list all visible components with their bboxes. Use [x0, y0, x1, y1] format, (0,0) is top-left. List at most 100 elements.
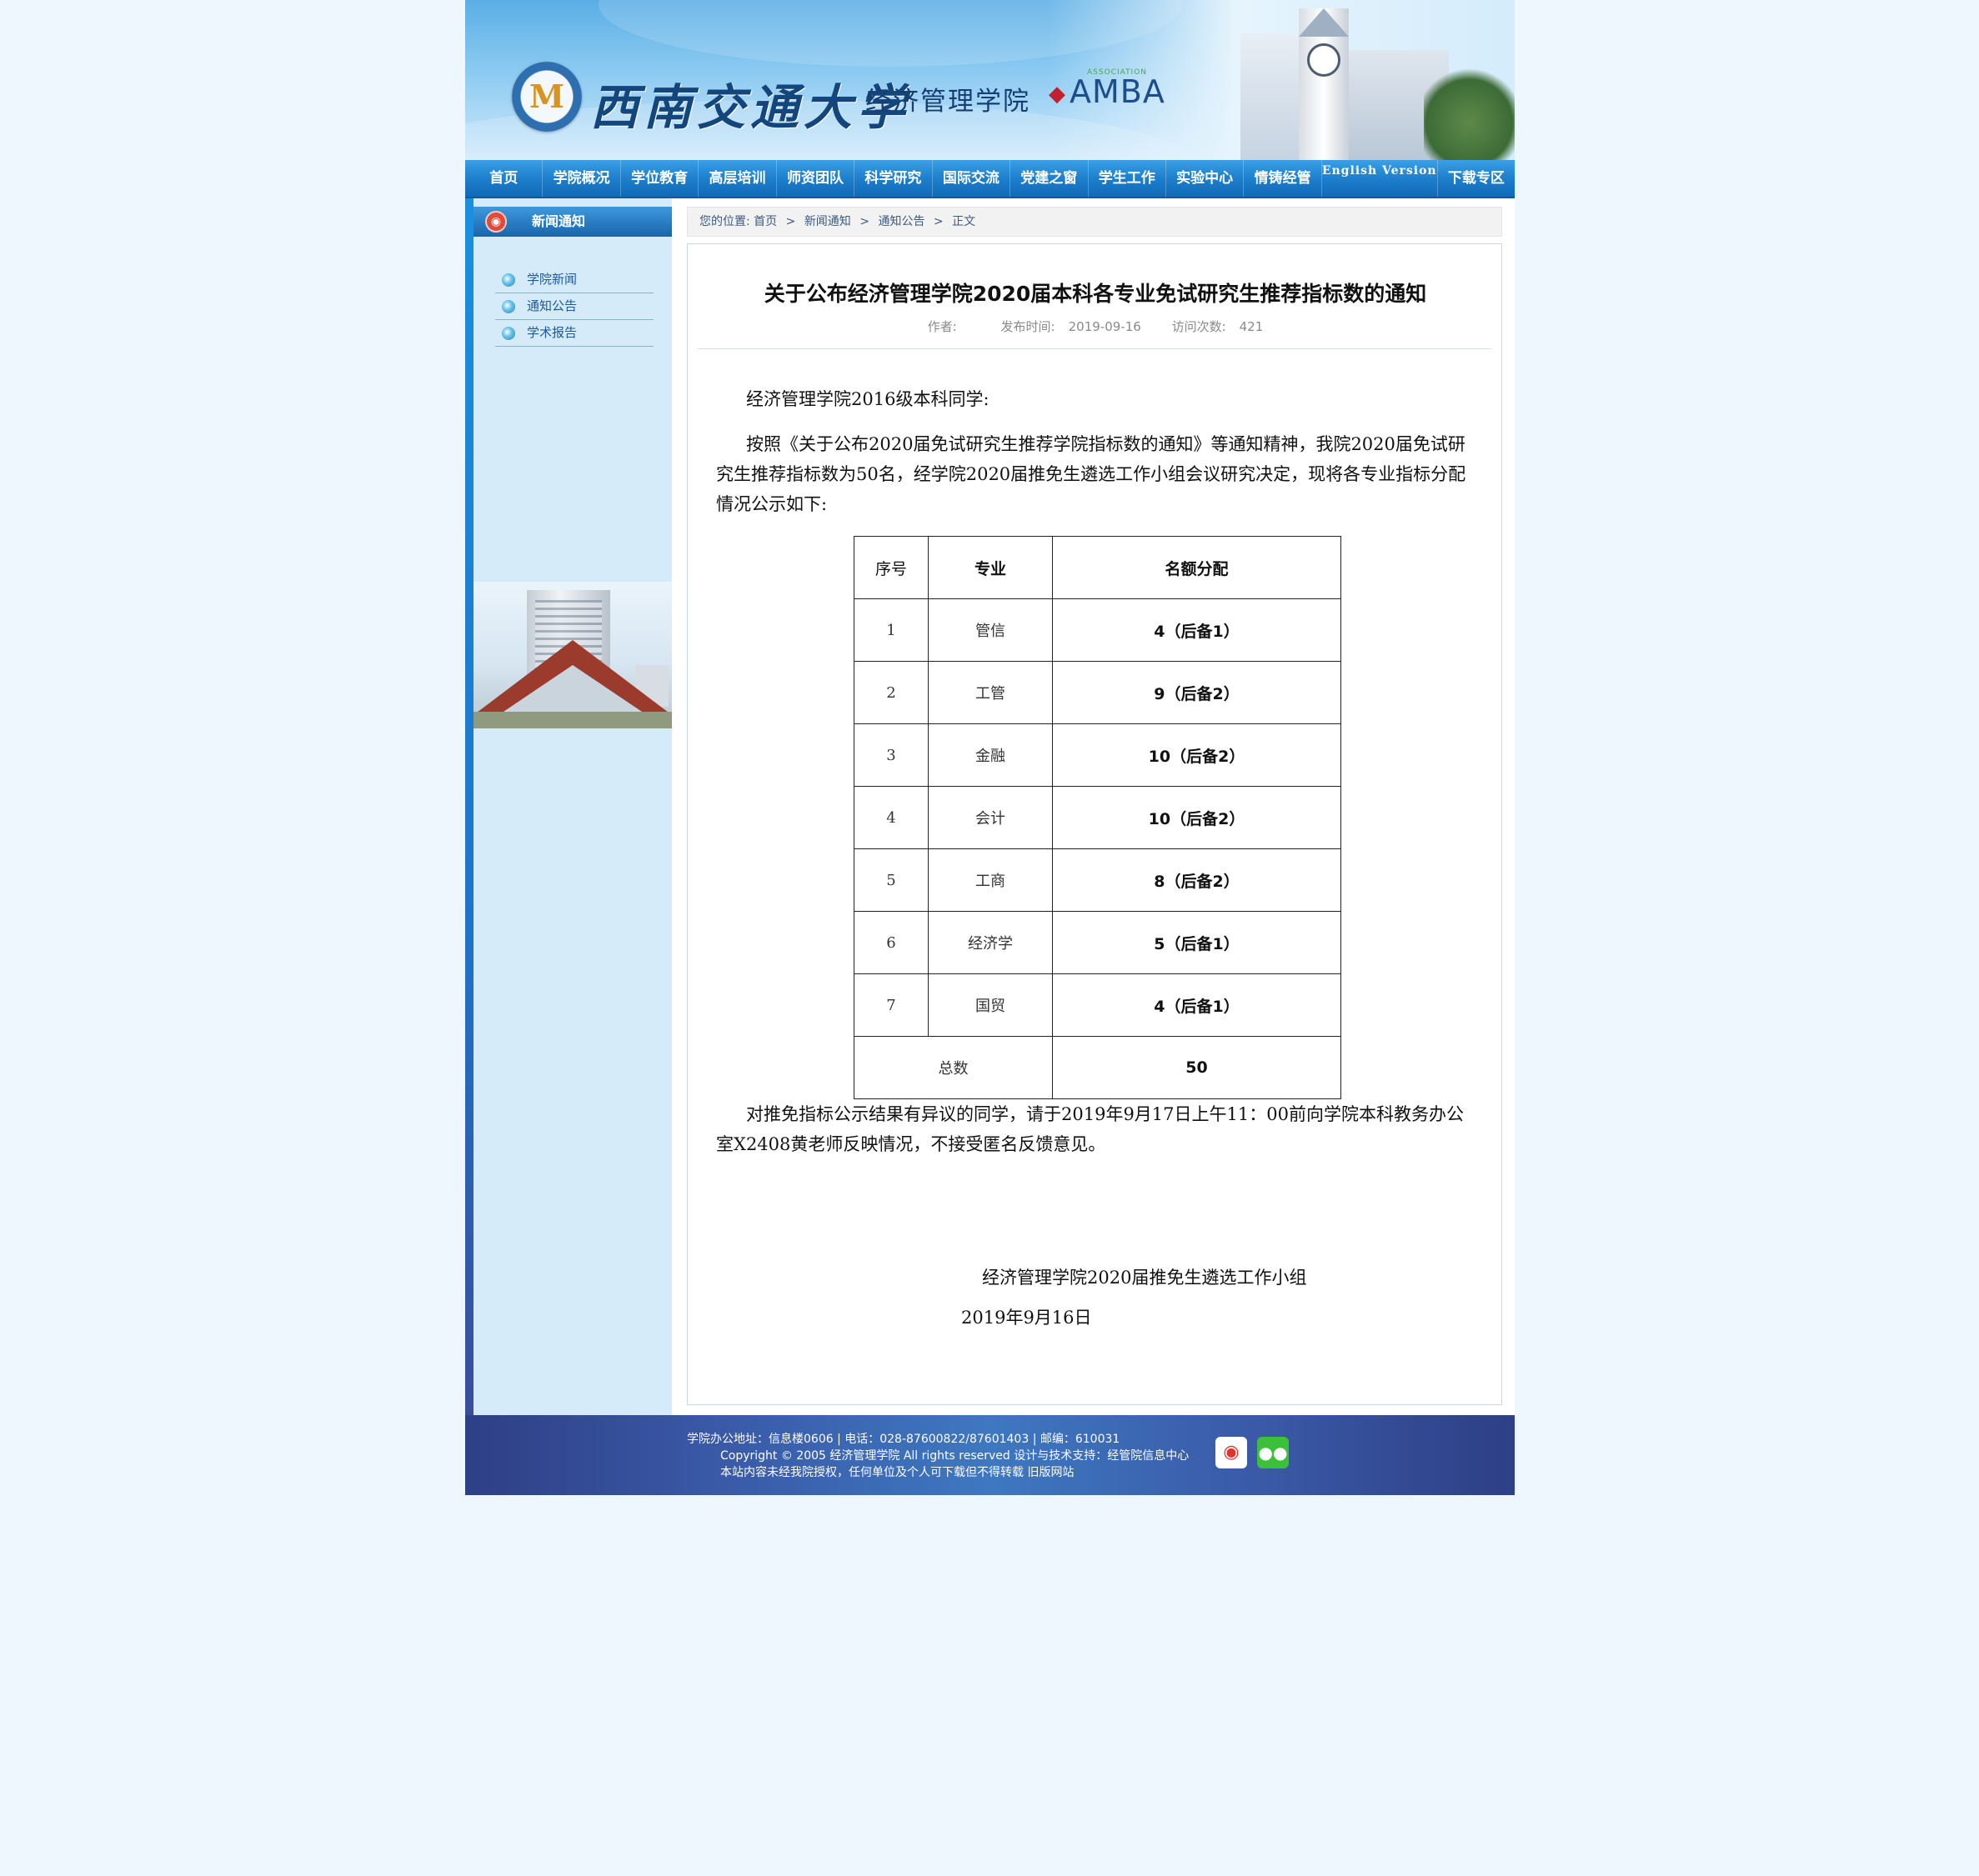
table-row: 2 工管 9（后备2） — [854, 661, 1341, 724]
breadcrumb-separator: > — [859, 215, 869, 228]
breadcrumb-news[interactable]: 新闻通知 — [804, 215, 851, 228]
table-row: 4 会计 10（后备2） — [854, 786, 1341, 849]
sidebar-item-seminars[interactable]: 学术报告 — [495, 320, 654, 347]
cell-major: 国贸 — [928, 973, 1053, 1037]
column-header-major: 专业 — [928, 536, 1053, 599]
view-count: 访问次数: 421 — [1171, 319, 1264, 334]
publish-date: 发布时间: 2019-09-16 — [1000, 319, 1141, 334]
campus-building — [1240, 33, 1299, 160]
school-name: 经济管理学院 — [865, 87, 1030, 117]
cell-quota: 4（后备1） — [1052, 973, 1341, 1037]
paragraph-intro: 按照《关于公布2020届免试研究生推荐学院指标数的通知》等通知精神，我院2020… — [716, 434, 1466, 514]
page-wrapper: M 西南交通大学 经济管理学院 ◆ AMBA ASSOCIATION 首页 学院概… — [465, 0, 1515, 1495]
nav-item-research[interactable]: 科学研究 — [854, 160, 933, 197]
table-row: 5 工商 8（后备2） — [854, 848, 1341, 912]
sidebar-item-notices[interactable]: 通知公告 — [495, 293, 654, 320]
bullet-icon — [502, 327, 515, 340]
cell-major: 管信 — [928, 598, 1053, 662]
signature: 经济管理学院2020届推免生遴选工作小组 — [982, 1268, 1307, 1288]
footer-contact: 学院办公地址：信息楼0606 | 电话：028-87600822/8760140… — [687, 1433, 1120, 1446]
nav-item-home[interactable]: 首页 — [465, 160, 544, 197]
column-header-no: 序号 — [854, 536, 929, 599]
university-name: 西南交通大学 — [590, 79, 911, 136]
main-nav: 首页 学院概况 学位教育 高层培训 师资团队 科学研究 国际交流 党建之窗 学生… — [465, 160, 1515, 198]
clock-tower-roof — [1299, 8, 1349, 37]
nav-item-overview[interactable]: 学院概况 — [543, 160, 621, 197]
nav-item-alumni[interactable]: 情铸经管 — [1244, 160, 1322, 197]
bullet-icon — [502, 300, 515, 313]
clock-icon — [1307, 43, 1340, 77]
breadcrumb-current: 正文 — [952, 215, 976, 228]
breadcrumb-separator: > — [785, 215, 796, 228]
cell-major: 金融 — [928, 723, 1053, 787]
breadcrumb-separator: > — [933, 215, 944, 228]
amba-diamond-icon: ◆ — [1049, 81, 1066, 107]
wechat-icon[interactable]: ●● — [1257, 1437, 1289, 1468]
sidebar-menu: 学院新闻 通知公告 学术报告 — [495, 267, 654, 347]
cell-major: 工商 — [928, 848, 1053, 912]
cell-no: 1 — [854, 598, 929, 662]
divider — [698, 348, 1491, 349]
sidebar-item-label: 学院新闻 — [527, 272, 578, 287]
article-title: 关于公布经济管理学院2020届本科各专业免试研究生推荐指标数的通知 — [764, 282, 1427, 306]
cell-no: 2 — [854, 661, 929, 724]
sidebar-item-label: 学术报告 — [527, 325, 578, 340]
cell-no: 5 — [854, 848, 929, 912]
nav-item-international[interactable]: 国际交流 — [933, 160, 1011, 197]
school-logo[interactable]: M — [512, 62, 582, 132]
cell-quota: 9（后备2） — [1052, 661, 1341, 724]
campus-gate-inner — [499, 665, 647, 715]
campus-ground — [473, 712, 672, 728]
sidebar-header: ◉ 新闻通知 — [473, 207, 672, 237]
cell-quota: 5（后备1） — [1052, 911, 1341, 974]
table-header-row: 序号 专业 名额分配 — [854, 536, 1341, 599]
table-row: 3 金融 10（后备2） — [854, 723, 1341, 787]
footer-copyright: Copyright © 2005 经济管理学院 All rights reser… — [720, 1449, 1190, 1463]
cell-total-label: 总数 — [854, 1036, 1053, 1099]
table-row: 1 管信 4（后备1） — [854, 598, 1341, 662]
old-site-link[interactable]: 旧版网站 — [1027, 1466, 1074, 1479]
cell-quota: 10（后备2） — [1052, 723, 1341, 787]
article: 关于公布经济管理学院2020届本科各专业免试研究生推荐指标数的通知 作者: 发布… — [687, 243, 1502, 1405]
cell-no: 4 — [854, 786, 929, 849]
body-area: ◉ 新闻通知 学院新闻 通知公告 学术报告 您的位置: 首页 > 新闻通知 > … — [465, 198, 1515, 1415]
nav-item-exec-training[interactable]: 高层培训 — [699, 160, 777, 197]
cell-no: 6 — [854, 911, 929, 974]
signature-date: 2019年9月16日 — [961, 1308, 1092, 1328]
cell-quota: 10（后备2） — [1052, 786, 1341, 849]
cell-no: 7 — [854, 973, 929, 1037]
trees — [1424, 67, 1515, 160]
table-row: 6 经济学 5（后备1） — [854, 911, 1341, 974]
footer-notice: 本站内容未经我院授权，任何单位及个人可下载但不得转载 旧版网站 — [720, 1466, 1075, 1479]
nav-item-lab[interactable]: 实验中心 — [1166, 160, 1245, 197]
nav-item-party[interactable]: 党建之窗 — [1010, 160, 1089, 197]
breadcrumb-prefix: 您的位置: — [699, 215, 750, 228]
author-label: 作者: — [927, 319, 957, 334]
nav-item-students[interactable]: 学生工作 — [1089, 160, 1166, 197]
header-banner: M 西南交通大学 经济管理学院 ◆ AMBA ASSOCIATION — [465, 0, 1515, 160]
left-edge-strip — [465, 198, 473, 1415]
table-total-row: 总数 50 — [854, 1036, 1341, 1099]
nav-item-faculty[interactable]: 师资团队 — [777, 160, 855, 197]
nav-item-degree[interactable]: 学位教育 — [621, 160, 699, 197]
breadcrumb-home[interactable]: 首页 — [754, 215, 777, 228]
cell-major: 会计 — [928, 786, 1053, 849]
campus-photo — [473, 582, 672, 728]
main-content: 您的位置: 首页 > 新闻通知 > 通知公告 > 正文 关于公布经济管理学院20… — [687, 207, 1502, 1405]
quota-table: 序号 专业 名额分配 1 管信 4（后备1） 2 工管 9（后备2） 3 金融 … — [854, 536, 1341, 1099]
nav-item-downloads[interactable]: 下载专区 — [1438, 160, 1515, 197]
weibo-icon[interactable]: ◉ — [1215, 1437, 1247, 1468]
cell-no: 3 — [854, 723, 929, 787]
cell-major: 工管 — [928, 661, 1053, 724]
cell-quota: 4（后备1） — [1052, 598, 1341, 662]
paragraph-objection: 对推免指标公示结果有异议的同学，请于2019年9月17日上午11：00前向学院本… — [716, 1104, 1464, 1154]
nav-item-english[interactable]: English Version — [1322, 160, 1438, 197]
breadcrumb-notices[interactable]: 通知公告 — [878, 215, 924, 228]
greeting: 经济管理学院2016级本科同学: — [746, 389, 990, 409]
breadcrumb: 您的位置: 首页 > 新闻通知 > 通知公告 > 正文 — [687, 207, 1502, 237]
sidebar-item-news[interactable]: 学院新闻 — [495, 267, 654, 293]
cell-total: 50 — [1052, 1036, 1341, 1099]
column-header-quota: 名额分配 — [1052, 536, 1341, 599]
table-row: 7 国贸 4（后备1） — [854, 973, 1341, 1037]
notice-icon: ◉ — [485, 211, 507, 233]
